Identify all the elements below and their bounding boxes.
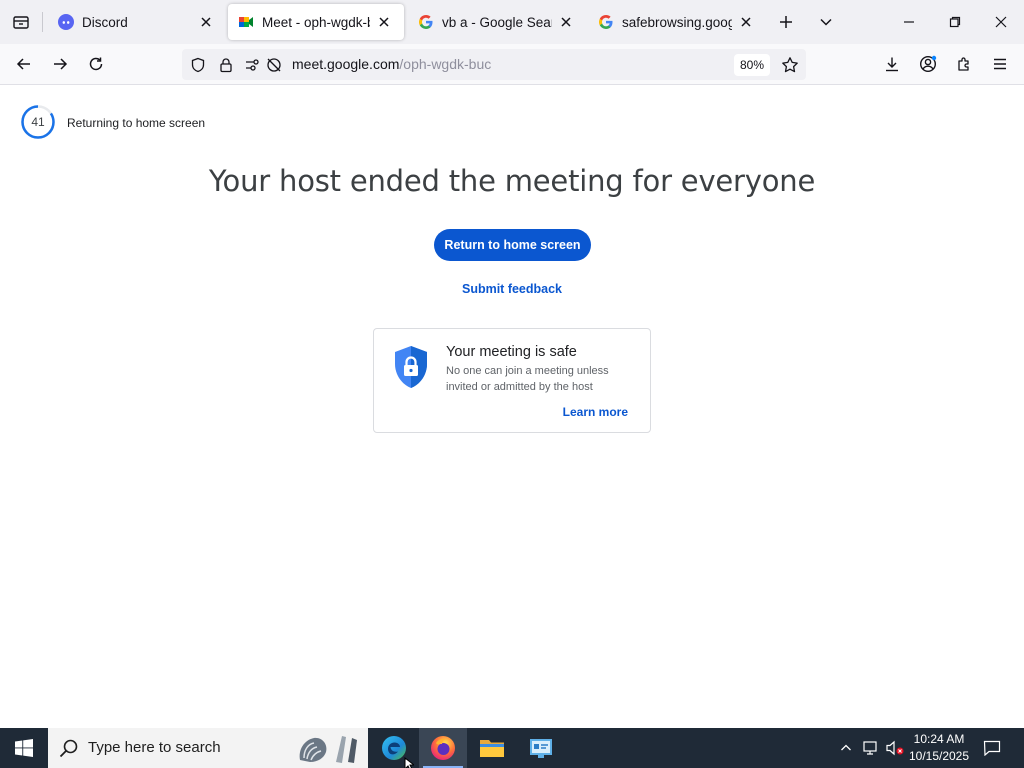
hamburger-menu-icon xyxy=(994,58,1006,70)
learn-more-link[interactable]: Learn more xyxy=(563,405,628,419)
tab-strip: Discord Meet - oph-wgdk-buc vb a - Googl… xyxy=(0,0,1024,44)
close-icon xyxy=(379,17,389,27)
tab-title: safebrowsing.google.com xyxy=(622,14,732,30)
extensions-button[interactable] xyxy=(948,48,980,80)
lock-icon[interactable] xyxy=(215,54,237,76)
network-tray-button[interactable] xyxy=(860,728,882,768)
downloads-button[interactable] xyxy=(876,48,908,80)
close-icon xyxy=(995,16,1007,28)
puzzle-icon xyxy=(958,57,969,71)
taskbar-clock[interactable]: 10:24 AM 10/15/2025 xyxy=(905,731,973,765)
taskbar-app[interactable] xyxy=(517,728,565,768)
tab-list-button[interactable] xyxy=(0,0,42,44)
chevron-down-icon xyxy=(820,18,832,26)
notifications-button[interactable] xyxy=(978,728,1006,768)
card-body: No one can join a meeting unless invited… xyxy=(446,365,609,393)
network-icon xyxy=(863,741,877,755)
close-icon xyxy=(741,17,751,27)
folder-icon xyxy=(480,740,504,757)
url-path: /oph-wgdk-buc xyxy=(399,56,492,72)
page-title: Your host ended the meeting for everyone xyxy=(208,164,816,198)
card-title: Your meeting is safe xyxy=(446,344,577,360)
firefox-icon xyxy=(431,736,455,760)
return-to-home-button[interactable]: Return to home screen xyxy=(434,229,591,261)
back-button[interactable] xyxy=(8,48,40,80)
control-panel-icon xyxy=(530,739,552,758)
volume-muted-icon xyxy=(886,740,904,756)
close-icon xyxy=(561,17,571,27)
search-placeholder: Type here to search xyxy=(88,739,221,756)
clock-date: 10/15/2025 xyxy=(908,749,970,763)
navigation-toolbar: meet.google.com/oph-wgdk-buc 80% xyxy=(0,44,1024,85)
shield-icon[interactable] xyxy=(187,54,209,76)
tab-close-button[interactable] xyxy=(556,12,576,32)
taskbar-file-explorer[interactable] xyxy=(468,728,516,768)
chevron-up-icon xyxy=(841,744,851,751)
reload-icon xyxy=(89,57,103,71)
account-icon xyxy=(919,55,937,73)
mouse-cursor-icon xyxy=(404,757,414,768)
permissions-icon[interactable] xyxy=(242,54,264,76)
tab-safebrowsing[interactable]: safebrowsing.google.com xyxy=(588,4,766,40)
volume-tray-button[interactable] xyxy=(884,728,906,768)
reload-button[interactable] xyxy=(80,48,112,80)
taskbar-firefox[interactable] xyxy=(419,728,467,768)
restore-icon xyxy=(949,16,961,28)
discord-icon xyxy=(58,14,74,30)
taskbar-search[interactable]: Type here to search xyxy=(48,728,368,768)
start-button[interactable] xyxy=(0,728,48,768)
bookmark-star-icon[interactable] xyxy=(779,54,801,76)
tab-title: vb a - Google Search xyxy=(442,14,552,30)
new-tab-button[interactable] xyxy=(770,6,802,38)
windows-taskbar: Type here to search 10:24 AM 10/15/2025 xyxy=(0,728,1024,768)
zoom-indicator[interactable]: 80% xyxy=(734,54,770,76)
countdown-seconds: 41 xyxy=(31,115,45,129)
tab-close-button[interactable] xyxy=(196,12,216,32)
close-window-button[interactable] xyxy=(978,0,1024,44)
clock-time: 10:24 AM xyxy=(913,732,965,746)
tab-meet[interactable]: Meet - oph-wgdk-buc xyxy=(228,4,404,40)
countdown-label: Returning to home screen xyxy=(67,116,206,130)
windows-logo-icon xyxy=(15,739,33,757)
plus-icon xyxy=(780,16,792,28)
download-icon xyxy=(886,57,898,72)
show-hidden-icons-button[interactable] xyxy=(836,728,856,768)
tab-discord[interactable]: Discord xyxy=(48,4,226,40)
menu-button[interactable] xyxy=(984,48,1016,80)
minimize-icon xyxy=(904,21,914,23)
tab-title: Discord xyxy=(82,14,128,30)
restore-button[interactable] xyxy=(932,0,978,44)
url-host: meet.google.com xyxy=(292,56,400,72)
tab-close-button[interactable] xyxy=(736,12,756,32)
tab-close-button[interactable] xyxy=(374,12,394,32)
arrow-left-icon xyxy=(16,58,30,70)
google-meet-icon xyxy=(238,14,254,30)
minimize-button[interactable] xyxy=(886,0,932,44)
tab-separator xyxy=(42,12,43,32)
url-text[interactable]: meet.google.com/oph-wgdk-buc xyxy=(292,56,491,72)
tab-google-search[interactable]: vb a - Google Search xyxy=(408,4,586,40)
shield-lock-icon xyxy=(395,346,427,388)
meeting-safety-card: Your meeting is safe No one can join a m… xyxy=(373,328,651,433)
google-icon xyxy=(418,14,434,30)
submit-feedback-link[interactable]: Submit feedback xyxy=(462,282,562,296)
tab-list-icon xyxy=(13,16,29,29)
camera-off-icon[interactable] xyxy=(263,54,285,76)
feedback-row: Submit feedback xyxy=(0,282,1024,296)
search-icon xyxy=(59,739,78,758)
notification-icon xyxy=(983,740,1001,756)
url-bar[interactable]: meet.google.com/oph-wgdk-buc 80% xyxy=(182,49,806,80)
account-button[interactable] xyxy=(912,48,944,80)
arrow-right-icon xyxy=(54,58,68,70)
search-highlight-image xyxy=(299,736,357,763)
list-all-tabs-button[interactable] xyxy=(810,6,842,38)
tab-title: Meet - oph-wgdk-buc xyxy=(262,14,370,30)
close-icon xyxy=(201,17,211,27)
google-icon xyxy=(598,14,614,30)
forward-button[interactable] xyxy=(44,48,76,80)
